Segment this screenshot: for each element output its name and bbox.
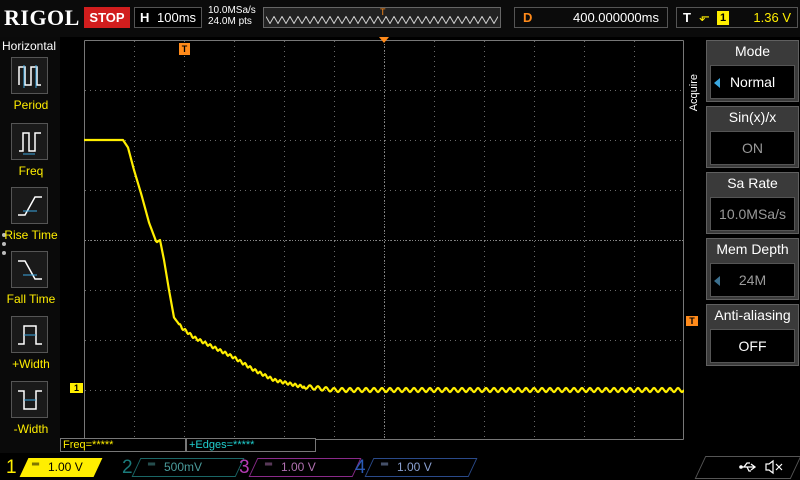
fall-time-label: Fall Time [6, 292, 56, 306]
measure-category-title: Horizontal [2, 39, 57, 53]
memory-waveform-overview [266, 16, 498, 24]
measure-sidebar: Horizontal Period Freq Rise Time Fall Ti… [0, 37, 60, 453]
rise-time-button[interactable] [11, 187, 48, 224]
channel-1-number: 1 [6, 457, 17, 478]
menu-title: Acquire [688, 74, 700, 112]
negative-width-icon [18, 390, 42, 410]
period-label: Period [13, 98, 49, 112]
channel-3-settings[interactable]: 3 ═ 1.00 V [233, 456, 362, 479]
positive-width-icon [18, 325, 42, 345]
negative-width-button[interactable] [11, 381, 48, 418]
dc-coupling-icon: ═ [148, 459, 156, 470]
negative-width-label: -Width [13, 422, 49, 436]
dc-coupling-icon: ═ [265, 459, 273, 470]
trigger-level-value: 1.36 V [753, 10, 791, 25]
sinx-softkey[interactable]: Sin(x)/x ON [706, 106, 799, 168]
grid-lines [84, 40, 684, 440]
waveform-graticule[interactable] [84, 40, 684, 440]
channel-4-scale: 1.00 V [397, 460, 432, 474]
frequency-icon [19, 132, 41, 155]
channel-2-scale: 500mV [164, 460, 203, 474]
center-time-marker [379, 37, 389, 43]
rise-time-icon [18, 196, 42, 216]
delay-label: D [523, 10, 533, 25]
mem-depth-label: Mem Depth [716, 241, 789, 257]
horizontal-delay[interactable]: D 400.000000ms [514, 7, 668, 28]
trigger-source-badge: 1 [717, 11, 729, 25]
edges-result[interactable]: +Edges=***** [186, 438, 316, 452]
sinx-label: Sin(x)/x [728, 109, 777, 125]
anti-aliasing-value: OFF [710, 329, 795, 363]
dc-coupling-icon: ═ [381, 459, 389, 470]
measurement-results: Freq=***** +Edges=***** [60, 438, 320, 452]
fall-time-icon [18, 260, 42, 280]
channel-1-settings[interactable]: 1 ═ 1.00 V [0, 456, 120, 479]
fall-time-button[interactable] [11, 251, 48, 288]
positive-width-label: +Width [12, 357, 50, 371]
mem-depth-value: 24M [710, 263, 795, 297]
anti-aliasing-softkey[interactable]: Anti-aliasing OFF [706, 304, 799, 366]
freq-button[interactable] [11, 123, 48, 160]
horizontal-label: H [140, 10, 150, 25]
mem-depth-value-text: 24M [738, 272, 767, 288]
freq-result[interactable]: Freq=***** [60, 438, 186, 452]
sinx-value: ON [710, 131, 795, 165]
channel-bar: 1 ═ 1.00 V 2 ═ 500mV 3 ═ 1.00 V 4 ═ 1.00… [0, 453, 800, 480]
rise-time-label: Rise Time [4, 228, 58, 242]
mode-label: Mode [734, 43, 771, 59]
run-stop-indicator[interactable]: STOP [84, 7, 130, 28]
channel-3-scale: 1.00 V [281, 460, 316, 474]
sample-rate-value: 10.0MSa/s [710, 197, 795, 231]
memory-overview-strip[interactable]: T [263, 7, 501, 28]
positive-width-button[interactable] [11, 316, 48, 353]
trigger-position-marker[interactable]: T [179, 43, 190, 55]
mode-value: Normal [710, 65, 795, 99]
selector-arrow-icon [714, 78, 720, 88]
anti-aliasing-label: Anti-aliasing [714, 307, 791, 323]
period-icon [18, 65, 41, 88]
freq-label: Freq [18, 164, 44, 178]
channel-4-settings[interactable]: 4 ═ 1.00 V [349, 456, 478, 479]
period-button[interactable] [11, 57, 48, 94]
memory-points-readout: 24.0M pts [208, 16, 252, 27]
selector-arrow-icon [714, 276, 720, 286]
top-status-bar: RIGOL STOP H 100ms 10.0MSa/s 24.0M pts T… [0, 0, 800, 37]
horizontal-timebase[interactable]: H 100ms [134, 7, 202, 28]
trigger-status[interactable]: T ⬐ 1 1.36 V [676, 7, 798, 28]
mode-value-text: Normal [729, 74, 776, 90]
sample-rate-label: Sa Rate [727, 175, 778, 191]
delay-value: 400.000000ms [572, 10, 659, 25]
trigger-label: T [683, 10, 691, 25]
brand-logo: RIGOL [4, 5, 80, 30]
sample-rate-softkey[interactable]: Sa Rate 10.0MSa/s [706, 172, 799, 234]
ch1-offset-marker[interactable]: 1 [70, 383, 83, 393]
speaker-mute-icon[interactable] [764, 459, 784, 475]
falling-edge-icon: ⬐ [699, 9, 710, 24]
memory-trigger-marker: T [380, 7, 386, 17]
acquire-menu: Acquire Mode Normal Sin(x)/x ON Sa Rate … [686, 40, 800, 370]
dc-coupling-icon: ═ [32, 459, 40, 470]
channel-1-scale: 1.00 V [48, 460, 83, 474]
sample-rate-readout: 10.0MSa/s [208, 5, 256, 16]
channel-2-settings[interactable]: 2 ═ 500mV [116, 456, 245, 479]
usb-icon [739, 462, 757, 472]
mem-depth-softkey[interactable]: Mem Depth 24M [706, 238, 799, 300]
timebase-value: 100ms [157, 10, 197, 25]
mode-softkey[interactable]: Mode Normal [706, 40, 799, 102]
